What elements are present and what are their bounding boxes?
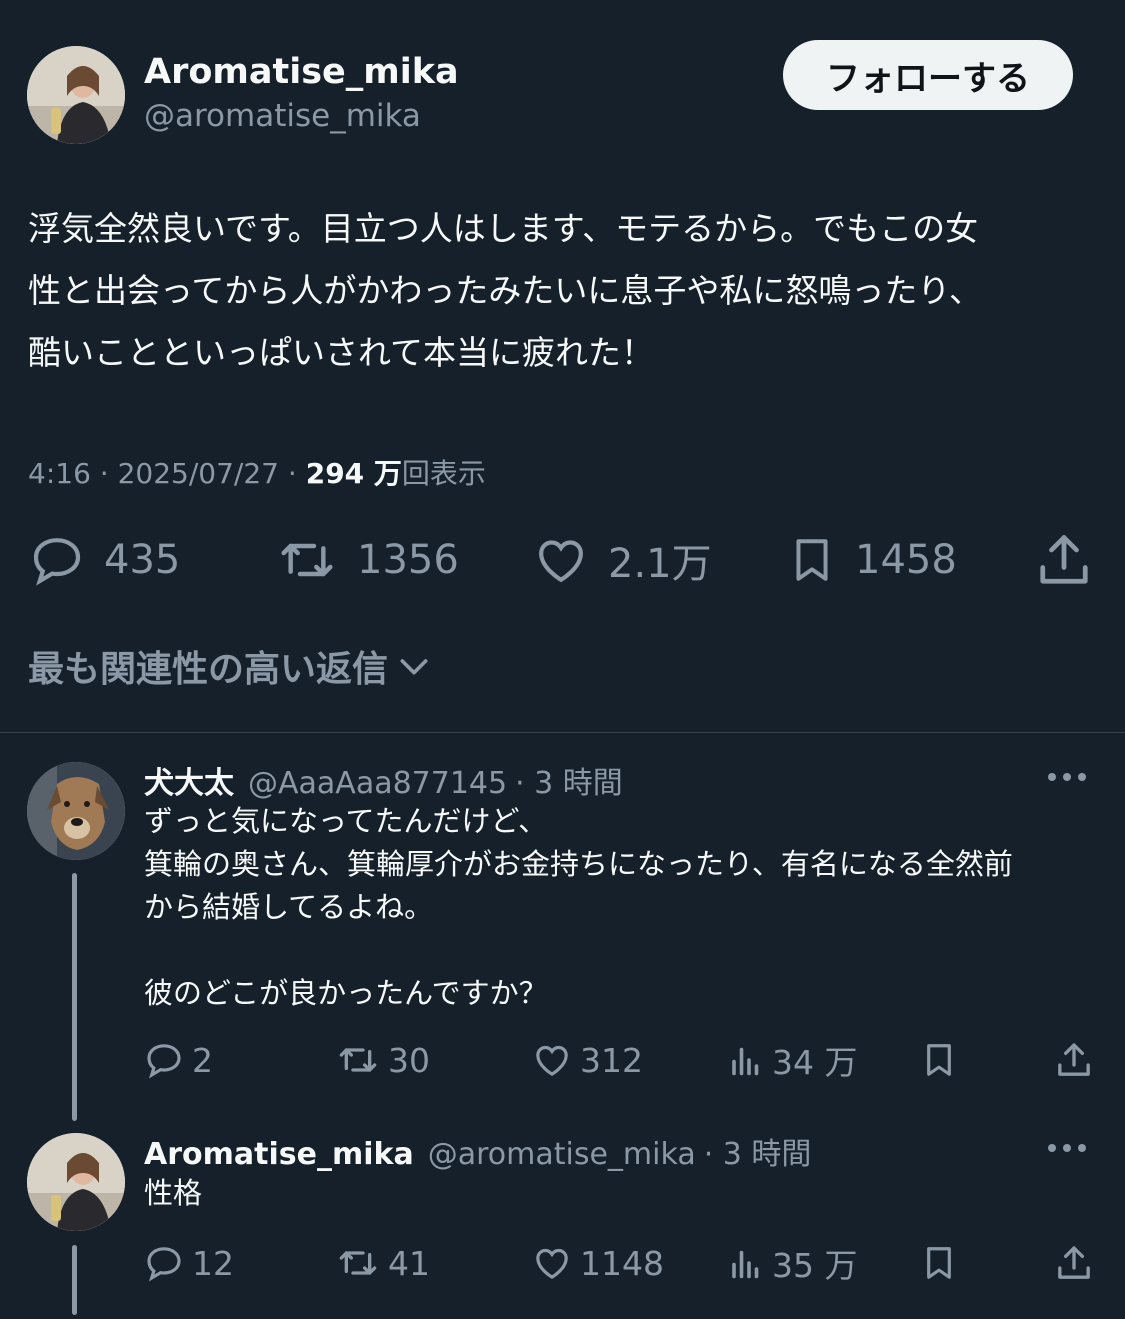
retweet-icon xyxy=(339,1048,377,1072)
meta-separator: · xyxy=(287,457,297,490)
bookmark-icon xyxy=(796,539,828,581)
more-icon[interactable] xyxy=(1048,773,1086,781)
reply-count: 2 xyxy=(192,1040,213,1080)
reply-avatar[interactable] xyxy=(27,762,125,860)
section-divider xyxy=(0,732,1125,733)
reply-handle[interactable]: @aromatise_mika xyxy=(428,1137,696,1172)
reply-sort-selector[interactable]: 最も関連性の高い返信 xyxy=(28,640,434,692)
retweet-icon xyxy=(339,1251,377,1275)
retweet-count: 1356 xyxy=(357,537,459,583)
reply-button[interactable]: 2 xyxy=(144,1035,213,1085)
share-button[interactable] xyxy=(1054,1035,1094,1085)
bookmark-button[interactable] xyxy=(920,1035,958,1085)
views-icon xyxy=(732,1250,759,1279)
thread-line xyxy=(72,873,77,1121)
reply-header: 犬大太 @AaaAaa877145 · 3 時間 xyxy=(144,758,623,802)
like-button[interactable]: 1148 xyxy=(532,1238,664,1288)
reply-button[interactable]: 435 xyxy=(28,528,180,592)
reply-handle[interactable]: @AaaAaa877145 xyxy=(248,766,507,801)
sort-label: 最も関連性の高い返信 xyxy=(28,649,389,690)
like-count: 1148 xyxy=(580,1243,664,1283)
share-icon xyxy=(1058,1246,1090,1279)
retweet-button[interactable]: 30 xyxy=(336,1035,430,1085)
tweet-text: 浮気全然良いです。目立つ人はします、モテるから。でもこの女 性と出会ってから人が… xyxy=(28,209,983,372)
retweet-count: 41 xyxy=(388,1243,430,1283)
reply-count: 435 xyxy=(104,537,181,583)
reply-count: 12 xyxy=(192,1243,234,1283)
more-icon[interactable] xyxy=(1048,1144,1086,1152)
tweet-time[interactable]: 4:16 xyxy=(28,457,91,490)
reply-time[interactable]: · 3 時間 xyxy=(515,758,623,802)
retweet-button[interactable]: 1356 xyxy=(275,528,459,592)
author-avatar-image xyxy=(27,1133,125,1231)
reply-button[interactable]: 12 xyxy=(144,1238,234,1288)
like-button[interactable]: 2.1万 xyxy=(532,528,712,592)
retweet-count: 30 xyxy=(388,1040,430,1080)
reply-avatar[interactable] xyxy=(27,1133,125,1231)
reply-display-name[interactable]: 犬大太 xyxy=(144,758,234,802)
views-icon xyxy=(732,1047,759,1076)
views-count: 34 万 xyxy=(772,1043,858,1082)
heart-icon xyxy=(539,540,583,583)
share-button[interactable] xyxy=(1034,528,1094,592)
share-button[interactable] xyxy=(1054,1238,1094,1288)
views-count: 294 万 xyxy=(305,457,402,490)
reply-text: 性格 xyxy=(144,1176,203,1210)
reply-time[interactable]: · 3 時間 xyxy=(704,1129,812,1173)
author-display-name[interactable]: Aromatise_mika xyxy=(144,52,459,92)
views-button[interactable]: 34 万 xyxy=(728,1035,857,1085)
views-count: 35 万 xyxy=(772,1246,858,1285)
share-icon xyxy=(1058,1043,1090,1076)
like-button[interactable]: 312 xyxy=(532,1035,643,1085)
heart-icon xyxy=(536,1248,568,1280)
bookmark-icon xyxy=(927,1044,951,1076)
heart-icon xyxy=(536,1045,568,1077)
meta-separator: · xyxy=(99,457,109,490)
tweet-meta: 4:16 · 2025/07/27 · 294 万回表示 xyxy=(28,452,486,492)
author-avatar-image xyxy=(27,46,125,144)
author-avatar[interactable] xyxy=(27,46,125,144)
like-count: 312 xyxy=(580,1040,643,1080)
bookmark-count: 1458 xyxy=(855,537,957,583)
like-count: 2.1万 xyxy=(608,541,712,587)
reply-text: ずっと気になってたんだけど、 箕輪の奥さん、箕輪厚介がお金持ちになったり、有名に… xyxy=(144,804,1013,1010)
retweet-icon xyxy=(281,543,333,577)
retweet-button[interactable]: 41 xyxy=(336,1238,430,1288)
reply-icon xyxy=(147,1044,181,1079)
bookmark-button[interactable] xyxy=(920,1238,958,1288)
bookmark-button[interactable]: 1458 xyxy=(787,528,957,592)
chevron-down-icon xyxy=(400,659,428,675)
tweet-date[interactable]: 2025/07/27 xyxy=(118,457,279,490)
reply-icon xyxy=(147,1247,181,1282)
reply-icon xyxy=(33,538,81,586)
reply-display-name[interactable]: Aromatise_mika xyxy=(144,1137,414,1172)
author-handle[interactable]: @aromatise_mika xyxy=(144,98,421,134)
follow-button[interactable]: フォローする xyxy=(783,40,1073,110)
dog-avatar-image xyxy=(27,762,125,860)
views-button[interactable]: 35 万 xyxy=(728,1238,857,1288)
views-label: 回表示 xyxy=(401,457,486,490)
thread-line xyxy=(72,1245,77,1315)
bookmark-icon xyxy=(927,1247,951,1279)
share-icon xyxy=(1040,535,1088,584)
reply-header: Aromatise_mika @aromatise_mika · 3 時間 xyxy=(144,1129,811,1173)
